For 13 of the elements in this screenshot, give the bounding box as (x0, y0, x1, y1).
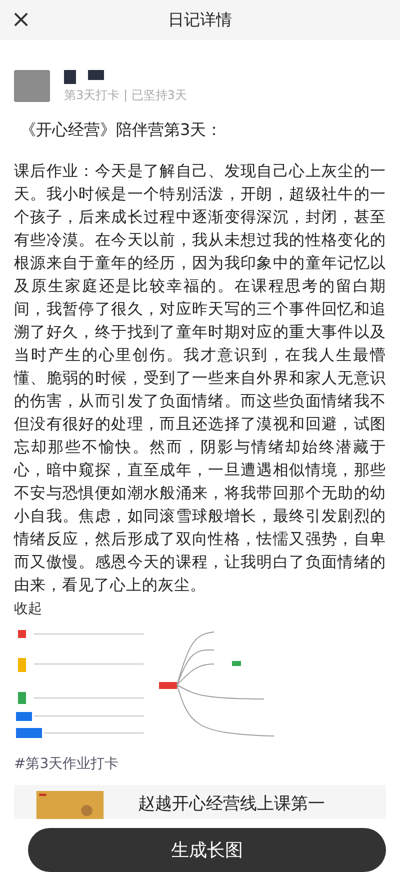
avatar (14, 70, 50, 102)
page-title: 日记详情 (168, 9, 232, 31)
collapse-link[interactable]: 收起 (14, 599, 42, 620)
close-button[interactable]: × (6, 4, 36, 34)
course-title: 赵越开心经营线上课第一 (138, 793, 325, 815)
course-card[interactable]: 赵越开心经营线上课第一 (14, 785, 386, 819)
post-body: 课后作业：今天是了解自己、发现自己心上灰尘的一天。我小时候是一个特别活泼，开朗，超级社牛的一个孩子，后来成长过程中逐渐变得深沉，封闭，甚至有些冷漠。在今天以前，我从未想过我的性格变化的根源来自于童年的经历，因为我印象中的童年记忆以及原生家庭还是比较幸福的。在课程思考的留白期间，我暂停了很久，对应昨天写的三个事件回忆和追溯了好久，终于找到了童年时期对应的重大事件以及当时产生的心里创伤。我才意识到，在我人生最懵懂、脆弱的时候，受到了一些来自外界和家人无意识的伤害，从而引发了负面情绪。而这些负面情绪我不但没有很好的处理，而且还选择了漠视和回避，试图忘却那些不愉快。然而，阴影与情绪却始终潜藏于心，暗中窥探，直至成年，一旦遭遇相似情境，那些不安与恐惧便如潮水般涌来，将我带回那个无助的幼小自我。焦虑，如同滚雪球般增长，最终引发剧烈的情绪反应，然后形成了双向性格，怯懦又强势，自卑而又傲慢。感恩今天的课程，让我明白了负面情绪的由来，看见了心上的灰尘。 (14, 161, 386, 596)
name-placeholder (64, 70, 76, 84)
generate-image-button[interactable]: 生成长图 (28, 828, 386, 872)
name-placeholder (88, 70, 104, 80)
checkin-meta: 第3天打卡 | 已坚持3天 (64, 87, 187, 104)
post-title: 《开心经营》陪伴营第3天： (20, 119, 224, 141)
hashtag-link[interactable]: #第3天作业打卡 (14, 754, 386, 775)
